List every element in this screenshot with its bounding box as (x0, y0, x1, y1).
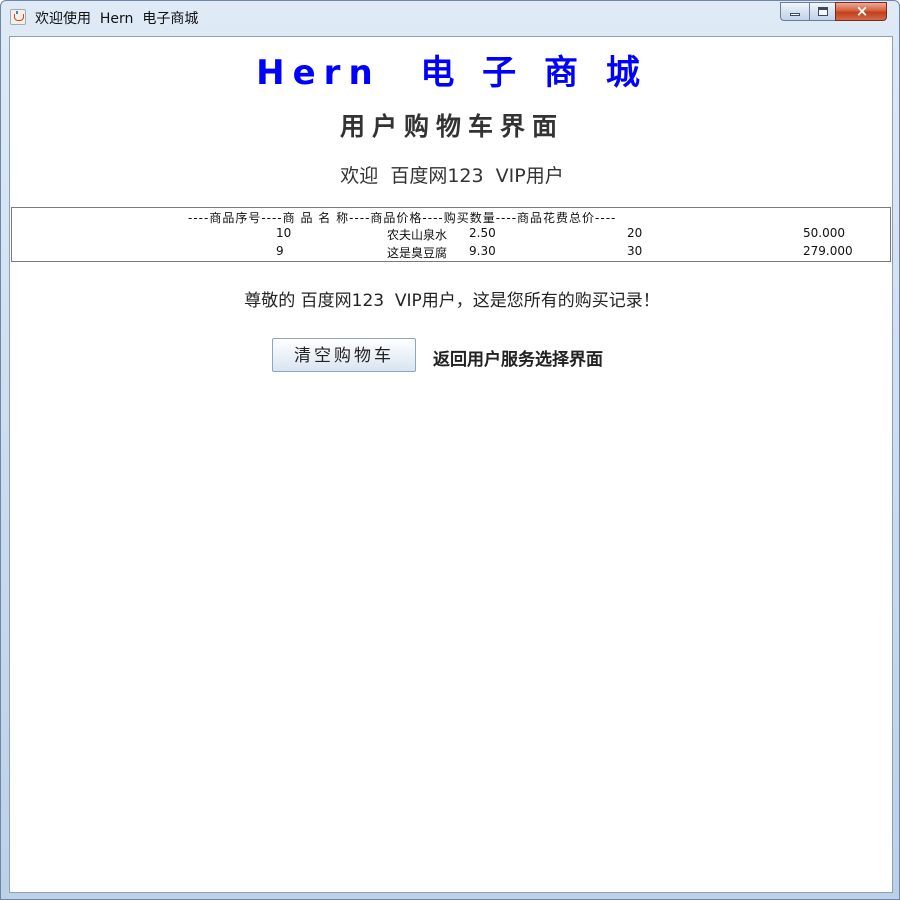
cart-item-name: 农夫山泉水 (387, 228, 448, 242)
cart-item-price: 9.30 (469, 244, 496, 258)
cart-text-area[interactable]: ----商品序号----商 品 名 称----商品价格----购买数量----商… (11, 207, 891, 262)
close-icon: × (855, 2, 869, 20)
java-cup-icon (10, 9, 26, 25)
return-service-menu-link[interactable]: 返回用户服务选择界面 (433, 345, 603, 370)
app-window: 欢迎使用 Hern 电子商城 × Hern 电 子 商 城 用户购物车界面 欢迎… (0, 0, 900, 900)
cart-row: 9 这是臭豆腐 9.30 30 279.000 (12, 244, 890, 260)
maximize-button[interactable] (809, 2, 835, 21)
cart-item-price: 2.50 (469, 226, 496, 240)
cart-header: ----商品序号----商 品 名 称----商品价格----购买数量----商… (188, 211, 617, 225)
cart-row: 10 农夫山泉水 2.50 20 50.000 (12, 226, 890, 242)
cart-item-qty: 20 (627, 226, 643, 240)
purchase-record-note: 尊敬的 百度网123 VIP用户，这是您所有的购买记录！ (244, 291, 660, 311)
title-bar[interactable]: 欢迎使用 Hern 电子商城 × (1, 1, 899, 35)
cart-item-id: 9 (276, 244, 284, 258)
welcome-message: 欢迎 百度网123 VIP用户 (340, 165, 564, 187)
window-title: 欢迎使用 Hern 电子商城 (35, 11, 199, 27)
cart-item-id: 10 (276, 226, 292, 240)
close-button[interactable]: × (835, 2, 887, 21)
cart-item-name: 这是臭豆腐 (387, 246, 448, 260)
cart-item-total: 279.000 (803, 244, 853, 258)
minimize-button[interactable] (780, 2, 809, 21)
page-heading: 用户购物车界面 (339, 112, 564, 141)
content-panel: Hern 电 子 商 城 用户购物车界面 欢迎 百度网123 VIP用户 ---… (9, 36, 893, 893)
maximize-icon (818, 7, 828, 16)
minimize-icon (790, 13, 800, 16)
shop-title: Hern 电 子 商 城 (256, 53, 648, 93)
cart-item-qty: 30 (627, 244, 643, 258)
window-controls: × (780, 2, 887, 22)
clear-cart-button[interactable]: 清空购物车 (272, 338, 416, 372)
cart-item-total: 50.000 (803, 226, 845, 240)
